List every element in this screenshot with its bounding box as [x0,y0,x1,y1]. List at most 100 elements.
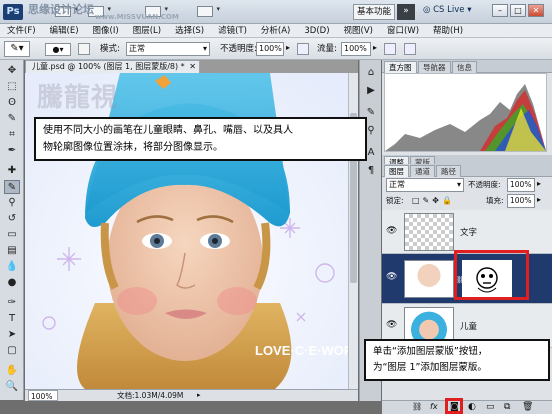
opacity-input[interactable]: 100% [256,42,284,56]
menu-layer[interactable]: 图层(L) [126,24,168,38]
menu-bar: 文件(F) 编辑(E) 图像(I) 图层(L) 选择(S) 滤镜(T) 分析(A) 3D(D)… [0,24,552,38]
lasso-tool-icon[interactable]: ʘ [4,96,20,110]
fill-input[interactable]: 100% [507,194,535,208]
fill-slider-icon[interactable]: ▸ [537,195,541,204]
history-panel-icon[interactable]: ⌂ [363,66,379,80]
quick-select-tool-icon[interactable]: ✎ [4,112,20,126]
visibility-eye-icon[interactable]: 👁 [386,226,397,237]
healing-tool-icon[interactable]: ✚ [4,164,20,178]
toolbox: ✥ ⬚ ʘ ✎ ⌗ ✒ ✚ ✎ ⚲ ↺ ▭ ▤ 💧 ● ✑ T ➤ ▢ ✋ 🔍 [0,60,24,400]
layer-row-text[interactable]: 👁 文字 [382,210,552,254]
menu-view[interactable]: 视图(V) [337,24,380,38]
chevron-down-icon: ▾ [456,180,461,189]
layers-footer: ⛓ fx ◙ ◐ ▭ ⧉ 🗑 [382,400,552,414]
menu-select[interactable]: 选择(S) [168,24,211,38]
zoom-tool-icon[interactable]: 🔍 [4,380,20,394]
menu-window[interactable]: 窗口(W) [380,24,426,38]
menu-3d[interactable]: 3D(D) [297,24,336,38]
mode-label: 模式: [100,44,120,54]
status-menu-icon[interactable]: ▸ [197,390,201,401]
flow-label: 流量: [317,44,337,54]
new-layer-icon[interactable]: ⧉ [504,402,510,412]
minimize-button[interactable]: – [492,4,508,17]
blend-mode-select[interactable]: 正常 ▾ [386,178,464,192]
crop-tool-icon[interactable]: ⌗ [4,128,20,142]
instruction-callout-bottom: 单击“添加图层蒙版”按钮， 为“图层 1”添加图层蒙版。 [364,339,550,381]
visibility-eye-icon[interactable]: 👁 [386,272,397,283]
marquee-tool-icon[interactable]: ⬚ [4,80,20,94]
menu-help[interactable]: 帮助(H) [426,24,470,38]
dodge-tool-icon[interactable]: ● [4,276,20,290]
ps-logo-icon[interactable]: Ps [3,4,23,20]
callout-bottom-line1: 单击“添加图层蒙版”按钮， [373,346,488,357]
airbrush-icon[interactable] [384,43,396,55]
tab-layers[interactable]: 图层 [384,165,409,177]
menu-image[interactable]: 图像(I) [86,24,126,38]
path-select-tool-icon[interactable]: ➤ [4,328,20,342]
tab-info[interactable]: 信息 [452,61,477,73]
layer-opacity-slider-icon[interactable]: ▸ [537,179,541,188]
watermark-top: 思缘设计论坛 [28,3,94,16]
layer-thumbnail [404,213,454,251]
stamp-tool-icon[interactable]: ⚲ [4,196,20,210]
brush-tool-icon[interactable]: ✎ [4,180,20,194]
close-button[interactable]: ✕ [528,4,544,17]
document-tab[interactable]: 儿童.psd @ 100% (图层 1, 图层蒙版/8) * ✕ [25,60,200,73]
menu-analysis[interactable]: 分析(A) [254,24,297,38]
move-tool-icon[interactable]: ✥ [4,64,20,78]
pressure-size-icon[interactable] [404,43,416,55]
callout-top-line2: 物轮廓图像位置涂抹，将部分图像显示。 [43,142,223,153]
lock-icons[interactable]: □✎✥🔒 [412,194,455,208]
menu-filter[interactable]: 滤镜(T) [211,24,254,38]
tab-navigator[interactable]: 导航器 [418,61,451,73]
flow-input[interactable]: 100% [341,42,371,56]
delete-layer-icon[interactable]: 🗑 [522,402,533,412]
workspace-button[interactable]: 基本功能 [353,4,395,20]
shape-tool-icon[interactable]: ▢ [4,344,20,358]
layer-opacity-input[interactable]: 100% [507,178,535,192]
add-mask-highlight [445,398,463,414]
history-brush-tool-icon[interactable]: ↺ [4,212,20,226]
tab-channels[interactable]: 通道 [410,165,435,177]
brush-size-picker[interactable]: ●▾ [45,43,71,56]
eyedropper-tool-icon[interactable]: ✒ [4,144,20,158]
brush-panel-icon[interactable] [78,43,90,55]
lock-label: 锁定: [386,196,404,205]
gradient-tool-icon[interactable]: ▤ [4,244,20,258]
menu-edit[interactable]: 编辑(E) [43,24,86,38]
visibility-eye-icon[interactable]: 👁 [386,320,397,331]
actions-panel-icon[interactable]: ▶ [363,84,379,98]
cs-live-button[interactable]: ◎ CS Live ▾ [423,5,471,19]
adjustment-layer-icon[interactable]: ◐ [468,402,476,412]
opacity-slider-icon[interactable]: ▸ [286,43,290,52]
workspace-more-icon[interactable]: » [397,4,415,20]
pen-tool-icon[interactable]: ✑ [4,296,20,310]
arrange-documents-icon[interactable] [197,5,220,17]
hand-tool-icon[interactable]: ✋ [4,364,20,378]
maximize-button[interactable]: □ [510,4,526,17]
layer-name: 文字 [460,228,478,238]
flow-slider-icon[interactable]: ▸ [373,43,377,52]
options-bar: ✎▾ ●▾ 模式: 正常 ▾ 不透明度: 100% ▸ 流量: 100% ▸ [0,38,552,60]
histogram-graph [385,84,546,151]
blur-tool-icon[interactable]: 💧 [4,260,20,274]
tab-paths[interactable]: 路径 [436,165,461,177]
eraser-tool-icon[interactable]: ▭ [4,228,20,242]
mode-select[interactable]: 正常 ▾ [126,42,210,56]
menu-file[interactable]: 文件(F) [0,24,43,38]
pressure-opacity-icon[interactable] [297,43,309,55]
type-tool-icon[interactable]: T [4,312,20,326]
chevron-down-icon: ▾ [202,44,207,53]
photoshop-window: Ps 思缘设计论坛 www.MISSVUAN.COM 基本功能 » ◎ CS L… [0,0,552,414]
paragraph-panel-icon[interactable]: ¶ [363,164,379,178]
fx-icon[interactable]: fx [430,402,438,411]
tab-histogram[interactable]: 直方图 [384,61,417,73]
callout-top-line1: 使用不同大小的画笔在儿童眼睛、鼻孔、嘴唇、以及具人 [43,125,293,136]
tool-preset-picker[interactable]: ✎▾ [4,41,30,57]
zoom-field[interactable]: 100% [28,390,58,401]
title-bar: Ps 思缘设计论坛 www.MISSVUAN.COM 基本功能 » ◎ CS L… [0,0,552,24]
link-layers-icon[interactable]: ⛓ [412,402,422,411]
group-icon[interactable]: ▭ [486,402,495,412]
layer-thumbnail [404,260,454,298]
close-tab-icon[interactable]: ✕ [189,61,196,73]
